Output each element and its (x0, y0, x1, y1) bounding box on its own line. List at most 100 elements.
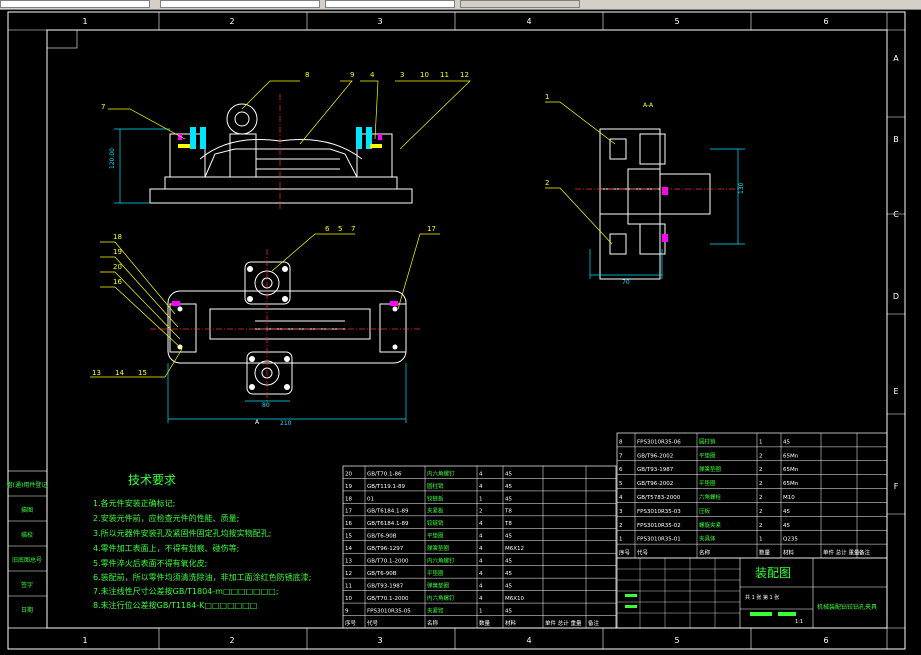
plotstyle-dropdown[interactable] (460, 0, 580, 8)
bom-cell: 3 (619, 509, 623, 515)
bom-cell: 45 (505, 608, 512, 614)
bom-cell: 铰链板 (427, 494, 444, 502)
zone-top-5: 5 (674, 17, 679, 26)
bom-lower-table: 20 GB/T70.1-86 内六角螺钉 4 4519 GB/T119.1-89 圆柱销 4 4… (342, 465, 617, 629)
bom-cell: FPS3010R35-02 (637, 523, 681, 529)
tech-item-5: 5.零件淬火后表面不得有氧化皮; (93, 558, 207, 568)
bom-cell: 平垫圈 (699, 451, 716, 459)
zone-side-D: D (893, 292, 899, 301)
bom-cell: 平垫圈 (427, 532, 444, 540)
bom-cell: 平垫圈 (427, 569, 444, 577)
section-label: A-A (643, 102, 654, 109)
bom-cell: 13 (345, 559, 352, 565)
bom-cell: 65Mn (783, 481, 799, 487)
bom-upper-table: 8 FPS3010R35-06 圆柱销 1 457 GB/T96-2002 平垫圈 2 65Mn… (616, 432, 888, 559)
zone-top-2: 2 (229, 17, 234, 26)
side-view: 130 70 1 2 A-A (545, 93, 745, 286)
tech-title: 技术要求 (128, 473, 176, 487)
tech-item-6: 6.装配前，所以零件均须清洗除油，非加工面涂红色防锈底漆; (93, 572, 311, 582)
bom-cell: 1 (619, 537, 623, 543)
top-leader-18: 18 (113, 233, 122, 241)
bom-cell: 螺旋夹紧 (699, 521, 722, 529)
bom-cell: 65Mn (783, 453, 799, 459)
zone-bottom-6: 6 (823, 636, 828, 645)
zone-top-1: 1 (82, 17, 87, 26)
side-dim-width: 70 (622, 279, 630, 286)
bom-cell: 45 (783, 509, 790, 515)
front-leader-10: 10 (420, 71, 429, 79)
tech-item-3: 3.所以元器件安装孔及紧固件固定孔均按实物配孔; (93, 528, 271, 538)
top-section-a: A (255, 419, 260, 426)
bom-cell: T8 (504, 509, 512, 515)
bom-cell: T8 (504, 521, 512, 527)
top-dim-80: 80 (262, 402, 270, 409)
bom-cell: 内六角螺钉 (427, 557, 455, 565)
bom-cell: M6X10 (505, 596, 525, 602)
title-block-scale: 1:1 (795, 619, 803, 625)
tech-item-7: 7.未注线性尺寸公差按GB/T1804-m□□□□□□□; (93, 586, 279, 596)
zone-side-B: B (893, 135, 899, 144)
bom-cell: 16 (345, 521, 352, 527)
front-leader-labels: 7 8 9 4 3 10 11 12 (101, 71, 469, 111)
bom-cell: GB/T70.1-2000 (367, 596, 409, 602)
cad-drawing-canvas[interactable]: 1 2 3 4 5 6 1 2 3 4 5 6 A B C D E F 120.… (0, 9, 921, 655)
bom-cell: 夹具体 (699, 535, 716, 543)
lineweight-dropdown[interactable] (325, 0, 455, 8)
bom-cell: 4 (479, 571, 483, 577)
bom-cell: 1 (479, 496, 483, 502)
bom-cell: 弹簧垫圈 (427, 582, 450, 590)
front-leader-7: 7 (101, 103, 105, 111)
bom-cell: GB/T5783-2000 (637, 495, 681, 501)
bom-cell: 1 (479, 608, 483, 614)
bom-cell: 2 (479, 509, 483, 515)
tech-requirements: 技术要求 1.各元件安装正确标记; 2.安装元件前，应检查元件的性能、质量; 3… (93, 473, 311, 610)
bom-cell: 弹簧垫圈 (699, 465, 722, 473)
bom-cell: 圆柱销 (699, 437, 716, 445)
bom-cell: 4 (479, 584, 483, 590)
bom-cell: 4 (479, 471, 483, 477)
bom-header-cell: 名称 (699, 549, 711, 557)
zone-bottom-3: 3 (377, 636, 382, 645)
bom-cell: 六角螺栓 (699, 493, 722, 501)
bom-cell: GB/T93-1987 (367, 584, 404, 590)
bom-cell: 4 (479, 521, 483, 527)
layer-dropdown[interactable] (0, 0, 150, 8)
bom-cell: 平垫圈 (699, 479, 716, 487)
bom-cell: GB/T119.1-89 (367, 484, 405, 490)
zone-side-F: F (894, 482, 899, 491)
side-leader-1: 1 (545, 93, 549, 101)
zone-side-A: A (893, 54, 899, 63)
strip-label-4: 旧底图总号 (12, 556, 42, 564)
bom-cell: FPS3010R35-05 (367, 608, 411, 614)
bom-cell: 4 (479, 546, 483, 552)
bom-cell: M6X12 (505, 546, 524, 552)
bom-cell: 9 (345, 608, 349, 614)
front-leader-8: 8 (305, 71, 309, 79)
strip-label-3: 描校 (21, 531, 33, 539)
bom-cell: 2 (759, 495, 763, 501)
bom-cell: 内六角螺钉 (427, 594, 455, 602)
tech-item-8: 8.未注行位公差按GB/T1184-K□□□□□□□ (93, 600, 257, 610)
linetype-dropdown[interactable] (160, 0, 320, 8)
bom-header-cell: 备注 (859, 549, 871, 557)
zone-top-6: 6 (823, 17, 828, 26)
bom-cell: 45 (505, 534, 512, 540)
bom-header-cell: 材料 (783, 549, 795, 557)
bom-header-cell: 数量 (479, 619, 491, 627)
tech-item-4: 4.零件加工表面上，不得有划痕、碰伤等; (93, 543, 239, 553)
bom-cell: 45 (505, 559, 512, 565)
tech-item-1: 1.各元件安装正确标记; (93, 498, 175, 508)
bom-cell: 圆柱销 (427, 482, 444, 490)
zone-bottom-5: 5 (674, 636, 679, 645)
front-leader-4: 4 (370, 71, 375, 79)
title-block-part: 机械装配钻铰钻孔夹具 (817, 603, 877, 611)
bom-cell: 铰链销 (427, 519, 444, 527)
top-view: 80 210 A 18 19 20 16 6 5 7 17 13 14 15 (90, 225, 440, 427)
zone-bottom-4: 4 (526, 636, 531, 645)
bom-cell: GB/T96-2002 (637, 481, 673, 487)
zone-top-3: 3 (377, 17, 382, 26)
bom-cell: 20 (345, 471, 352, 477)
bom-cell: GB/T93-1987 (637, 467, 674, 473)
bom-cell: 4 (619, 495, 623, 501)
bom-cell: 45 (783, 439, 790, 445)
